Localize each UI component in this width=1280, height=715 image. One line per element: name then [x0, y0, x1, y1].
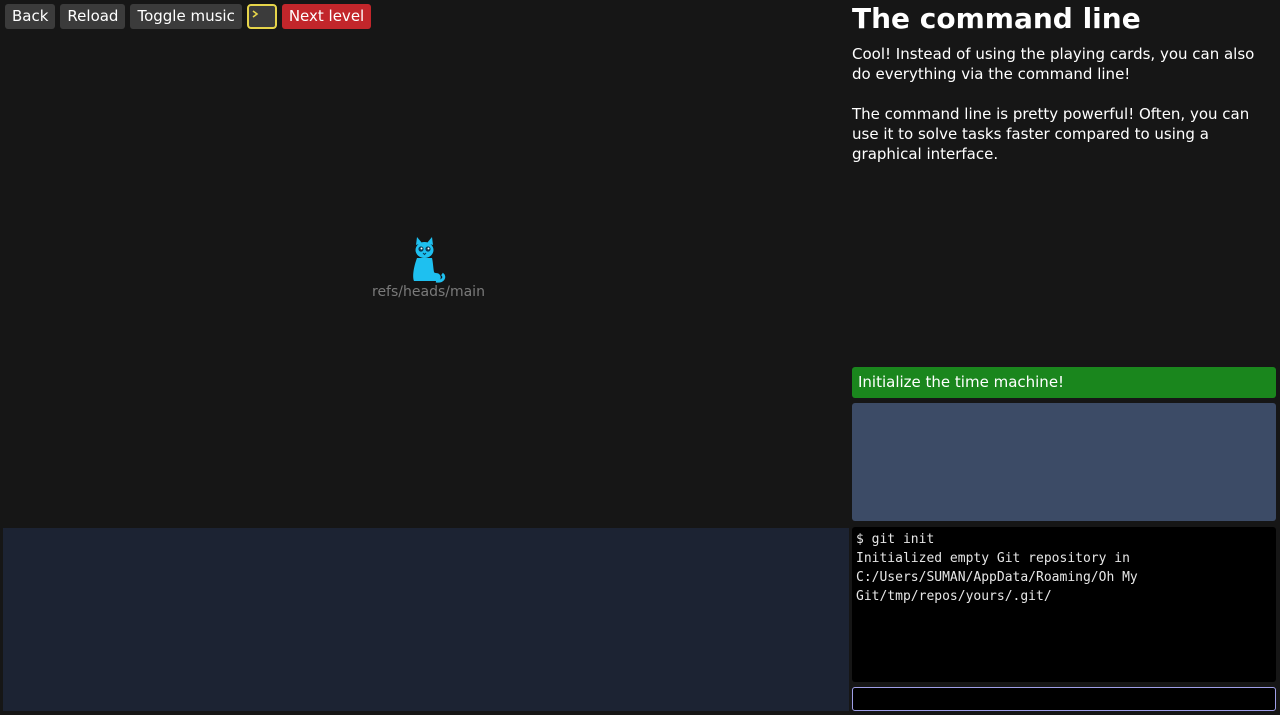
toggle-music-button[interactable]: Toggle music [130, 4, 242, 29]
toolbar: Back Reload Toggle music Next level [5, 4, 372, 29]
ref-node-main[interactable]: refs/heads/main [372, 236, 485, 300]
terminal-icon [252, 10, 259, 18]
description-paragraph: Cool! Instead of using the playing cards… [852, 45, 1255, 83]
goal-details-box [852, 403, 1276, 521]
cat-icon [413, 237, 446, 283]
repository-graph: refs/heads/main [0, 36, 848, 524]
back-button[interactable]: Back [5, 4, 56, 29]
ref-label: refs/heads/main [372, 284, 485, 300]
level-title: The command line [852, 2, 1141, 35]
cards-area [3, 528, 849, 711]
game-window: Back Reload Toggle music Next level refs… [0, 0, 1280, 715]
next-level-button[interactable]: Next level [281, 4, 372, 29]
description-paragraph: The command line is pretty powerful! Oft… [852, 105, 1250, 163]
command-input[interactable] [852, 687, 1276, 711]
terminal-toggle-button[interactable] [246, 4, 277, 29]
terminal-line: $ git init [856, 532, 935, 547]
reload-button[interactable]: Reload [60, 4, 126, 29]
level-description: Cool! Instead of using the playing cards… [852, 44, 1272, 184]
level-panel: The command line Cool! Instead of using … [852, 0, 1276, 715]
goal-banner: Initialize the time machine! [852, 367, 1276, 398]
terminal-line: Initialized empty Git repository in C:/U… [856, 551, 1146, 604]
terminal-output: $ git init Initialized empty Git reposit… [852, 527, 1276, 682]
